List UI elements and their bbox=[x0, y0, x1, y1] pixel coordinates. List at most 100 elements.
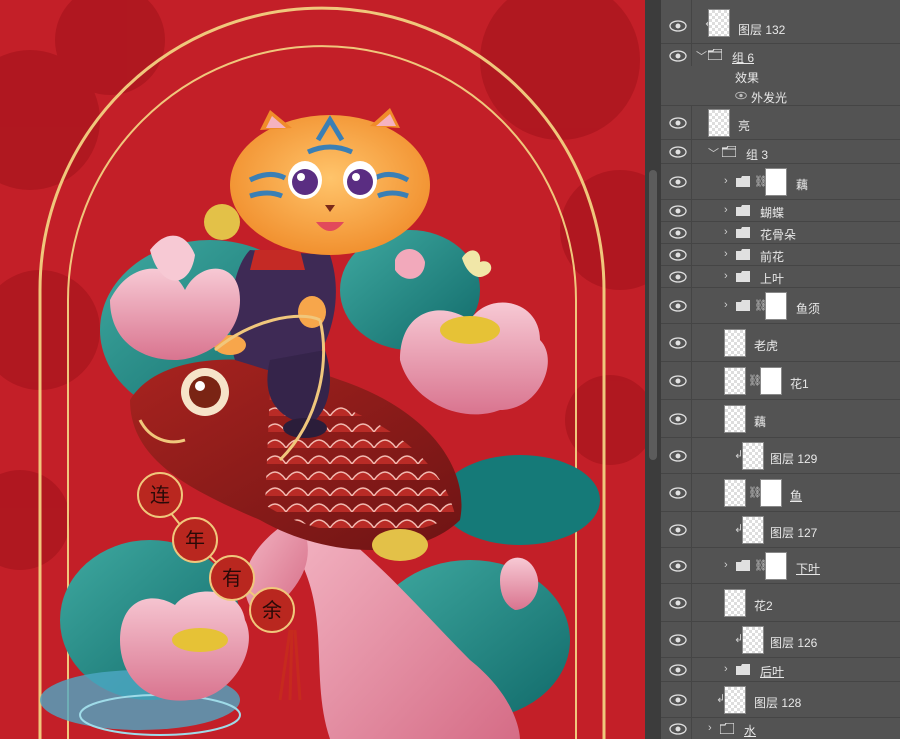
layer-name: 前花 bbox=[760, 250, 785, 264]
layer-mask-thumbnail[interactable] bbox=[765, 168, 787, 196]
layer-row-upper-leaf-group[interactable]: › 上叶 bbox=[661, 266, 900, 288]
layer-row-layer-132[interactable]: ↲ 图层 132 bbox=[661, 0, 900, 44]
chevron-right-icon[interactable]: › bbox=[724, 226, 728, 238]
layer-row-layer-127[interactable]: ↲ 图层 127 bbox=[661, 512, 900, 548]
layer-row-liang[interactable]: 亮 bbox=[661, 106, 900, 140]
layer-row-group-3[interactable]: ﹀ 组 3 bbox=[661, 140, 900, 164]
visibility-eye-icon[interactable] bbox=[669, 597, 687, 609]
layer-thumbnail bbox=[724, 589, 746, 617]
layer-thumbnail bbox=[724, 329, 746, 357]
visibility-eye-icon[interactable] bbox=[669, 146, 687, 158]
layer-row-butterfly-group[interactable]: › 蝴蝶 bbox=[661, 200, 900, 222]
visibility-eye-icon[interactable] bbox=[669, 524, 687, 536]
layer-name: 后叶 bbox=[760, 665, 785, 679]
document-canvas[interactable]: 连 年 有 余 bbox=[0, 0, 645, 739]
layer-name: 蝴蝶 bbox=[760, 206, 785, 220]
layer-thumbnail bbox=[742, 626, 764, 654]
visibility-eye-icon[interactable] bbox=[669, 560, 687, 572]
layer-row-ou-group[interactable]: › ⛓ 藕 bbox=[661, 164, 900, 200]
folder-icon bbox=[736, 271, 750, 282]
layer-name: 老虎 bbox=[754, 339, 779, 353]
scrollbar-thumb[interactable] bbox=[649, 170, 657, 460]
folder-icon bbox=[722, 146, 736, 157]
layer-row-front-flower-group[interactable]: › 前花 bbox=[661, 244, 900, 266]
layer-name: 花1 bbox=[790, 377, 809, 391]
layer-name: 图层 126 bbox=[770, 636, 818, 650]
layer-mask-thumbnail[interactable] bbox=[760, 367, 782, 395]
chevron-right-icon[interactable]: › bbox=[724, 204, 728, 216]
layer-row-whiskers-group[interactable]: › ⛓ 鱼须 bbox=[661, 288, 900, 324]
layer-row-water-group[interactable]: › 水 bbox=[661, 718, 900, 739]
layer-row-ou[interactable]: 藕 bbox=[661, 400, 900, 438]
chevron-right-icon[interactable]: › bbox=[724, 270, 728, 282]
layer-thumbnail bbox=[708, 109, 730, 137]
visibility-eye-icon[interactable] bbox=[669, 413, 687, 425]
chevron-right-icon[interactable]: › bbox=[724, 559, 728, 571]
layer-mask-thumbnail[interactable] bbox=[760, 479, 782, 507]
chevron-down-icon[interactable]: ﹀ bbox=[696, 48, 707, 64]
artwork-illustration: 连 年 有 余 bbox=[0, 0, 645, 739]
layer-effects-row[interactable]: 效果 bbox=[661, 66, 900, 86]
visibility-eye-icon[interactable] bbox=[669, 20, 687, 32]
visibility-eye-icon[interactable] bbox=[669, 300, 687, 312]
effect-name: 外发光 bbox=[751, 91, 788, 105]
layer-row-tiger[interactable]: 老虎 bbox=[661, 324, 900, 362]
layer-row-back-leaf-group[interactable]: › 后叶 bbox=[661, 658, 900, 682]
layer-thumbnail bbox=[724, 405, 746, 433]
layer-thumbnail bbox=[742, 442, 764, 470]
layer-thumbnail bbox=[724, 686, 746, 714]
layer-thumbnail bbox=[708, 9, 730, 37]
chevron-right-icon[interactable]: › bbox=[724, 663, 728, 675]
chevron-right-icon[interactable]: › bbox=[724, 299, 728, 311]
layer-mask-thumbnail[interactable] bbox=[765, 552, 787, 580]
chevron-right-icon[interactable]: › bbox=[724, 248, 728, 260]
effect-visibility-eye-icon[interactable] bbox=[735, 91, 747, 100]
layer-name: 花骨朵 bbox=[760, 228, 797, 242]
layer-row-layer-129[interactable]: ↲ 图层 129 bbox=[661, 438, 900, 474]
layer-name: 图层 132 bbox=[738, 23, 786, 37]
layer-name: 藕 bbox=[796, 178, 809, 192]
layer-name: 鱼须 bbox=[796, 302, 821, 316]
visibility-eye-icon[interactable] bbox=[669, 487, 687, 499]
layer-mask-thumbnail[interactable] bbox=[765, 292, 787, 320]
layer-row-group-6[interactable]: ﹀ 组 6 bbox=[661, 44, 900, 66]
layer-row-fish[interactable]: ⛓ 鱼 bbox=[661, 474, 900, 512]
layer-row-lower-leaf-group[interactable]: › ⛓ 下叶 bbox=[661, 548, 900, 584]
visibility-eye-icon[interactable] bbox=[669, 375, 687, 387]
chevron-down-icon[interactable]: ﹀ bbox=[708, 145, 719, 161]
layer-name: 亮 bbox=[738, 119, 751, 133]
layer-name: 图层 127 bbox=[770, 526, 818, 540]
visibility-eye-icon[interactable] bbox=[669, 723, 687, 735]
layer-name: 组 6 bbox=[732, 51, 755, 65]
layer-row-layer-126[interactable]: ↲ 图层 126 bbox=[661, 622, 900, 658]
visibility-eye-icon[interactable] bbox=[669, 694, 687, 706]
visibility-eye-icon[interactable] bbox=[669, 205, 687, 217]
folder-icon bbox=[736, 300, 750, 311]
chevron-right-icon[interactable]: › bbox=[708, 722, 712, 734]
layer-row-bud-group[interactable]: › 花骨朵 bbox=[661, 222, 900, 244]
visibility-eye-icon[interactable] bbox=[669, 634, 687, 646]
visibility-eye-icon[interactable] bbox=[669, 664, 687, 676]
layer-row-layer-128[interactable]: ↲ 图层 128 bbox=[661, 682, 900, 718]
chevron-right-icon[interactable]: › bbox=[724, 175, 728, 187]
layer-row-flower-1[interactable]: ⛓ 花1 bbox=[661, 362, 900, 400]
layer-effect-outer-glow[interactable]: 外发光 bbox=[661, 86, 900, 106]
lantern-char-3: 有 bbox=[222, 566, 242, 590]
lantern-char-2: 年 bbox=[185, 528, 205, 552]
visibility-eye-icon[interactable] bbox=[669, 176, 687, 188]
visibility-eye-icon[interactable] bbox=[669, 50, 687, 62]
visibility-eye-icon[interactable] bbox=[669, 271, 687, 283]
visibility-eye-icon[interactable] bbox=[669, 227, 687, 239]
layer-name: 下叶 bbox=[796, 562, 821, 576]
layer-name: 藕 bbox=[754, 415, 767, 429]
layer-row-flower-2[interactable]: 花2 bbox=[661, 584, 900, 622]
visibility-eye-icon[interactable] bbox=[669, 117, 687, 129]
layer-name: 花2 bbox=[754, 599, 773, 613]
layers-panel: ↲ 图层 132 ﹀ 组 6 效果 外发光 亮 bbox=[661, 0, 900, 739]
canvas-vertical-scrollbar[interactable] bbox=[645, 0, 661, 739]
visibility-eye-icon[interactable] bbox=[669, 337, 687, 349]
lantern-char-4: 余 bbox=[262, 598, 282, 622]
effects-label: 效果 bbox=[735, 71, 760, 85]
visibility-eye-icon[interactable] bbox=[669, 249, 687, 261]
visibility-eye-icon[interactable] bbox=[669, 450, 687, 462]
